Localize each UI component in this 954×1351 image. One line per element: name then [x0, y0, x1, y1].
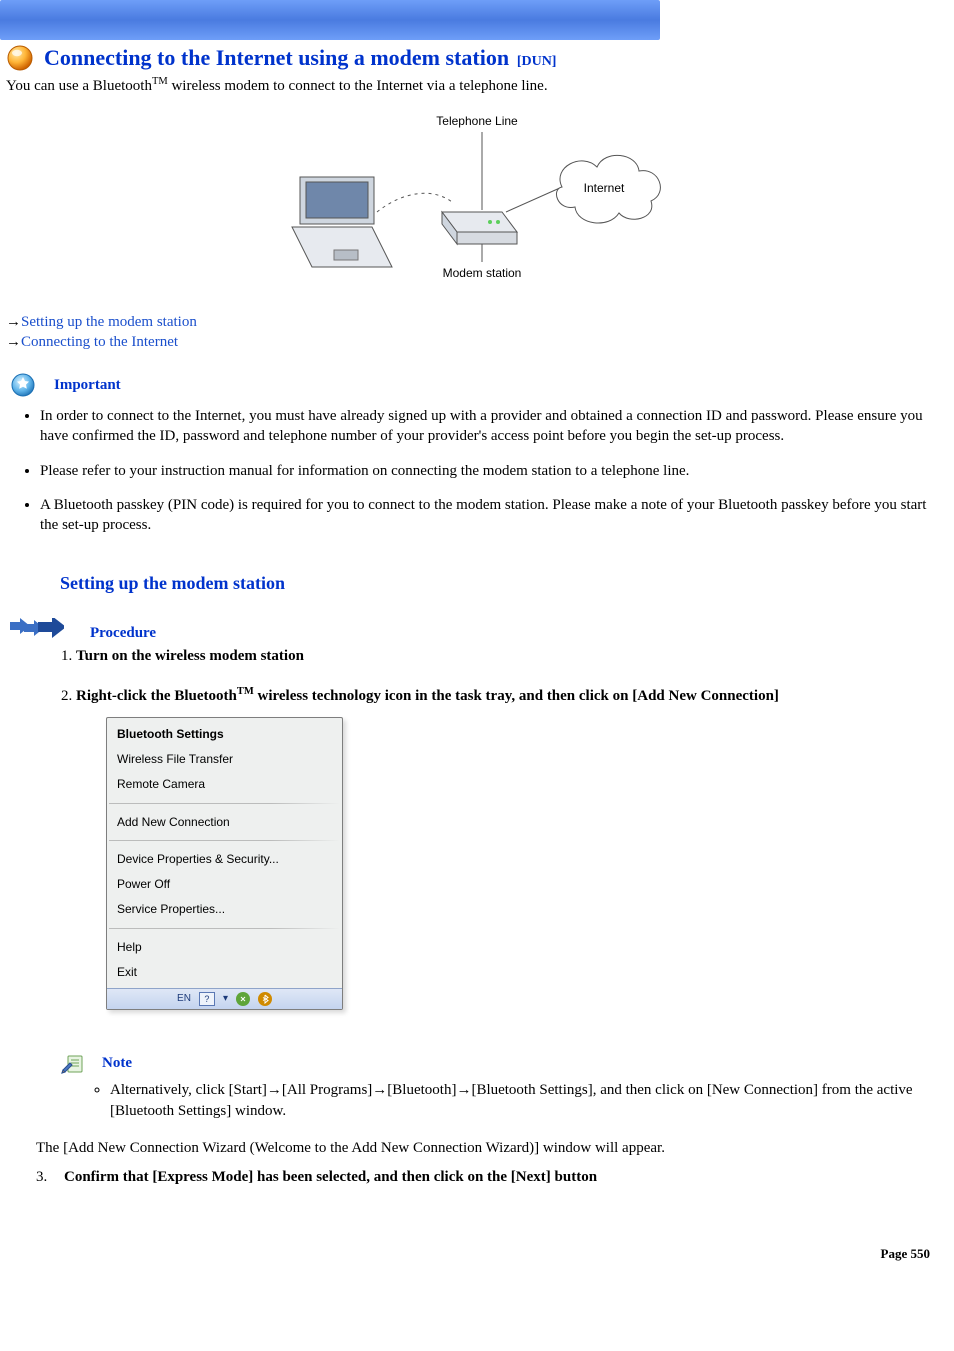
tm-mark-2: TM — [237, 686, 254, 697]
tray-bluetooth-icon[interactable] — [258, 992, 272, 1006]
important-label: Important — [54, 377, 121, 394]
intro-prefix: You can use a Bluetooth — [6, 78, 152, 94]
subheading-setup: Setting up the modem station — [0, 549, 954, 598]
arrow-glyph-2: → — [6, 334, 21, 350]
step-2: Right-click the BluetoothTM wireless tec… — [76, 685, 930, 1010]
step-1: Turn on the wireless modem station — [76, 646, 930, 667]
diagram-label-telephone: Telephone Line — [436, 114, 517, 128]
context-menu: Bluetooth Settings Wireless File Transfe… — [106, 717, 343, 1010]
note-list: Alternatively, click [Start]→[All Progra… — [90, 1080, 914, 1122]
page-title-row: Connecting to the Internet using a modem… — [0, 42, 954, 72]
tray-caret-icon[interactable]: ▾ — [223, 992, 228, 1006]
menu-separator — [109, 840, 340, 841]
intro-text: You can use a BluetoothTM wireless modem… — [0, 72, 954, 95]
pencil-note-icon — [60, 1050, 86, 1076]
note-label: Note — [102, 1055, 132, 1072]
note-item-1: Alternatively, click [Start]→[All Progra… — [110, 1080, 914, 1122]
menu-bluetooth-settings[interactable]: Bluetooth Settings — [107, 722, 342, 747]
procedure-header: Procedure — [0, 598, 954, 642]
page-label: Page — [881, 1246, 908, 1261]
arrow-glyph-1: → — [6, 314, 21, 330]
orb-icon — [6, 44, 34, 72]
menu-separator — [109, 803, 340, 804]
menu-wireless-file-transfer[interactable]: Wireless File Transfer — [107, 747, 342, 772]
link-setup-modem[interactable]: Setting up the modem station — [21, 314, 197, 330]
important-header: Important — [0, 358, 954, 402]
procedure-list: Turn on the wireless modem station Right… — [56, 646, 934, 1010]
menu-separator — [109, 928, 340, 929]
step-3-text: Confirm that [Express Mode] has been sel… — [64, 1169, 597, 1186]
page-title: Connecting to the Internet using a modem… — [44, 45, 556, 71]
page-footer: Page 550 — [0, 1186, 954, 1280]
tray-lang[interactable]: EN — [177, 992, 191, 1006]
menu-remote-camera[interactable]: Remote Camera — [107, 772, 342, 797]
step-2-text: Right-click the BluetoothTM wireless tec… — [76, 688, 779, 704]
tray-status-icon[interactable] — [236, 992, 250, 1006]
note-header: Note — [0, 1028, 954, 1076]
important-list: In order to connect to the Internet, you… — [20, 406, 934, 535]
menu-add-new-connection[interactable]: Add New Connection — [107, 810, 342, 835]
step-2-prefix: Right-click the Bluetooth — [76, 688, 237, 704]
wizard-paragraph: The [Add New Connection Wizard (Welcome … — [0, 1128, 954, 1159]
important-item-2: Please refer to your instruction manual … — [40, 461, 930, 481]
step-3-number: 3. — [36, 1169, 50, 1186]
step-1-text: Turn on the wireless modem station — [76, 648, 304, 664]
task-tray: EN ? ▾ — [107, 988, 342, 1009]
important-item-1: In order to connect to the Internet, you… — [40, 406, 930, 447]
diagram-label-modem: Modem station — [443, 266, 522, 280]
menu-exit[interactable]: Exit — [107, 960, 342, 985]
intro-suffix: wireless modem to connect to the Interne… — [168, 78, 548, 94]
anchor-links: →Setting up the modem station →Connectin… — [0, 303, 954, 358]
arrows-icon — [10, 618, 64, 642]
tm-mark: TM — [152, 76, 168, 87]
page-number: 550 — [911, 1246, 931, 1261]
step-2-suffix: wireless technology icon in the task tra… — [254, 688, 779, 704]
tray-help-icon[interactable]: ? — [199, 992, 215, 1006]
page-title-text: Connecting to the Internet using a modem… — [44, 45, 509, 70]
diagram: Telephone Line — [0, 95, 954, 303]
menu-service-properties[interactable]: Service Properties... — [107, 897, 342, 922]
link-connect-internet[interactable]: Connecting to the Internet — [21, 334, 178, 350]
star-icon — [10, 372, 36, 398]
diagram-svg: Internet Modem station — [282, 132, 672, 292]
diagram-label-internet: Internet — [584, 181, 625, 195]
step-3: 3. Confirm that [Express Mode] has been … — [0, 1159, 954, 1186]
menu-power-off[interactable]: Power Off — [107, 872, 342, 897]
menu-device-properties[interactable]: Device Properties & Security... — [107, 847, 342, 872]
important-item-3: A Bluetooth passkey (PIN code) is requir… — [40, 495, 930, 536]
header-gradient-band — [0, 0, 660, 40]
procedure-label: Procedure — [90, 625, 156, 642]
page-title-tag: [DUN] — [517, 54, 557, 69]
menu-help[interactable]: Help — [107, 935, 342, 960]
